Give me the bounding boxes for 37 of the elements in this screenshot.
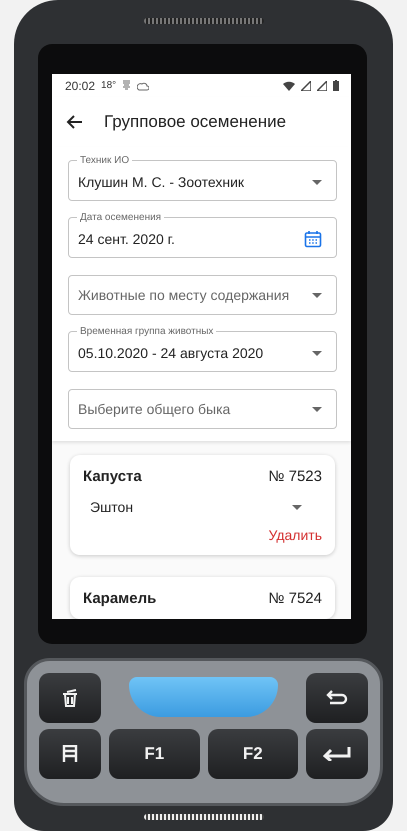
- animal-number: № 7524: [268, 590, 322, 607]
- back-arrow-icon[interactable]: [66, 115, 82, 130]
- trash-icon: [62, 689, 78, 707]
- dropdown-arrow-icon: [312, 406, 322, 412]
- animal-name: Карамель: [83, 590, 156, 607]
- function-key[interactable]: F1: [109, 729, 200, 779]
- calendar-icon[interactable]: [304, 230, 322, 248]
- enter-arrow-icon: [323, 747, 351, 761]
- signal-icon: [301, 80, 311, 91]
- date-field[interactable]: Дата осеменения 24 сент. 2020 г.: [68, 212, 337, 258]
- status-temperature: 18°: [101, 80, 116, 92]
- battery-icon: [333, 80, 339, 92]
- dropdown-field[interactable]: Выберите общего быка: [68, 389, 337, 429]
- menu-icon: [62, 745, 78, 763]
- dropdown-arrow-icon: [292, 504, 302, 510]
- menu-key[interactable]: [39, 729, 101, 779]
- animal-name: Капуста: [83, 468, 142, 485]
- delete-button[interactable]: Удалить: [268, 527, 322, 543]
- enter-key[interactable]: [306, 729, 368, 779]
- weather-icon: [122, 80, 132, 92]
- wifi-icon: [283, 80, 295, 91]
- dropdown-arrow-icon: [312, 180, 322, 184]
- animal-number: № 7523: [268, 468, 322, 485]
- cloud-icon: [137, 80, 150, 92]
- dropdown-arrow-icon: [312, 292, 322, 298]
- dropdown-field[interactable]: Техник ИО Клушин М. С. - Зоотехник: [68, 155, 337, 201]
- dropdown-field[interactable]: Животные по месту содержания: [68, 275, 337, 315]
- bull-dropdown[interactable]: Эштон: [83, 497, 322, 515]
- back-key[interactable]: [306, 673, 368, 723]
- delete-key[interactable]: [39, 673, 101, 723]
- dropdown-arrow-icon: [312, 350, 322, 356]
- return-arrow-icon: [326, 690, 348, 706]
- dropdown-field[interactable]: Временная группа животных 05.10.2020 - 24 августа 2020: [68, 326, 337, 372]
- screen-title: Групповое осеменение: [104, 112, 286, 132]
- function-key[interactable]: F2: [208, 729, 298, 779]
- status-time: 20:02: [65, 78, 96, 93]
- signal-icon: [317, 80, 327, 91]
